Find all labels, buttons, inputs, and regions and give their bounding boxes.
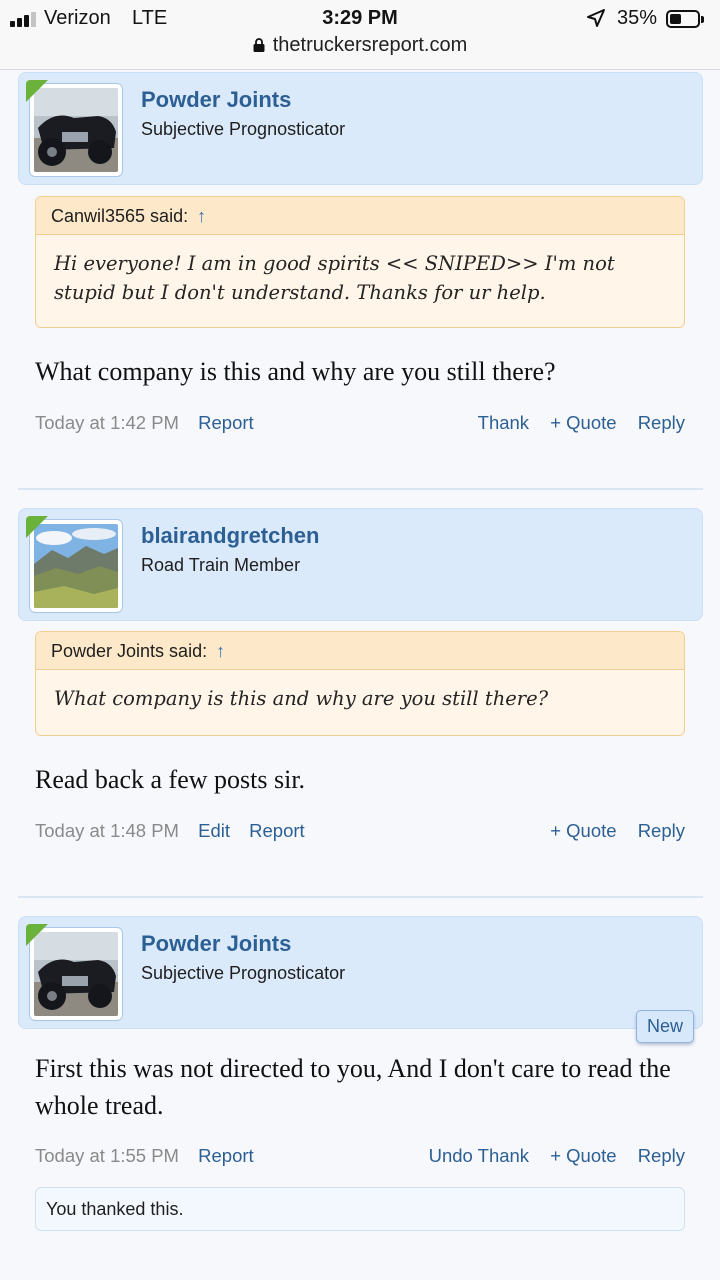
quote-text: What company is this and why are you sti… bbox=[54, 687, 549, 710]
post-meta: Today at 1:42 PM Report Thank + Quote Re… bbox=[35, 412, 685, 438]
up-arrow-icon[interactable]: ↑ bbox=[197, 206, 206, 226]
avatar[interactable] bbox=[26, 516, 123, 613]
post-timestamp[interactable]: Today at 1:42 PM bbox=[35, 412, 179, 433]
post-username[interactable]: blairandgretchen bbox=[141, 523, 319, 549]
undo-thank-link[interactable]: Undo Thank bbox=[429, 1145, 529, 1166]
report-link[interactable]: Report bbox=[198, 412, 254, 433]
thanked-notice: You thanked this. bbox=[35, 1187, 685, 1231]
avatar-image bbox=[34, 932, 118, 1016]
post-userbox: Powder Joints Subjective Prognosticator bbox=[18, 72, 703, 185]
post-message: What company is this and why are you sti… bbox=[35, 357, 556, 386]
post-message: Read back a few posts sir. bbox=[35, 765, 306, 794]
edit-link[interactable]: Edit bbox=[198, 820, 230, 841]
report-link[interactable]: Report bbox=[198, 1145, 254, 1166]
quote-attribution: Canwil3565 said: ↑ bbox=[36, 197, 684, 235]
post-user-title: Subjective Prognosticator bbox=[141, 119, 346, 139]
location-arrow-icon bbox=[587, 9, 605, 27]
up-arrow-icon[interactable]: ↑ bbox=[216, 641, 225, 661]
quote-link[interactable]: + Quote bbox=[550, 1145, 616, 1166]
reply-link[interactable]: Reply bbox=[638, 412, 685, 433]
post-divider bbox=[18, 488, 703, 490]
quote-link[interactable]: + Quote bbox=[550, 412, 616, 433]
quote-attribution: Powder Joints said: ↑ bbox=[36, 632, 684, 670]
status-time: 3:29 PM bbox=[322, 7, 398, 29]
post-user-title: Road Train Member bbox=[141, 555, 301, 575]
quote-block: Powder Joints said: ↑ What company is th… bbox=[35, 631, 685, 736]
thank-link[interactable]: Thank bbox=[478, 412, 529, 433]
quote-author: Canwil3565 said: bbox=[51, 206, 189, 226]
address-bar[interactable]: thetruckersreport.com bbox=[0, 34, 720, 57]
post-user-title: Subjective Prognosticator bbox=[141, 963, 346, 983]
avatar-image bbox=[34, 524, 118, 608]
post-divider bbox=[18, 896, 703, 898]
lock-icon bbox=[253, 38, 265, 52]
quote-link[interactable]: + Quote bbox=[550, 820, 616, 841]
quote-text: Hi everyone! I am in good spirits << SNI… bbox=[54, 252, 615, 304]
post-timestamp[interactable]: Today at 1:48 PM bbox=[35, 820, 179, 841]
reply-link[interactable]: Reply bbox=[638, 820, 685, 841]
post-timestamp[interactable]: Today at 1:55 PM bbox=[35, 1145, 179, 1166]
avatar[interactable] bbox=[26, 80, 123, 177]
report-link[interactable]: Report bbox=[249, 820, 305, 841]
quote-block: Canwil3565 said: ↑ Hi everyone! I am in … bbox=[35, 196, 685, 328]
post-userbox: blairandgretchen Road Train Member bbox=[18, 508, 703, 621]
post-meta: Today at 1:55 PM Report Undo Thank + Quo… bbox=[35, 1145, 685, 1171]
post-meta: Today at 1:48 PM Edit Report + Quote Rep… bbox=[35, 820, 685, 846]
avatar-image bbox=[34, 88, 118, 172]
battery-percent: 35% bbox=[617, 7, 658, 29]
url-text: thetruckersreport.com bbox=[272, 34, 468, 56]
post-username[interactable]: Powder Joints bbox=[141, 931, 291, 957]
avatar[interactable] bbox=[26, 924, 123, 1021]
post-message: First this was not directed to you, And … bbox=[35, 1054, 671, 1120]
new-post-badge: New bbox=[636, 1010, 694, 1043]
quote-author: Powder Joints said: bbox=[51, 641, 208, 661]
battery-icon bbox=[666, 10, 704, 28]
status-bar: Verizon LTE 3:29 PM 35% bbox=[0, 4, 720, 32]
reply-link[interactable]: Reply bbox=[638, 1145, 685, 1166]
post-username[interactable]: Powder Joints bbox=[141, 87, 291, 113]
browser-chrome: Verizon LTE 3:29 PM 35% thetruckersrepor… bbox=[0, 0, 720, 70]
post-userbox: Powder Joints Subjective Prognosticator bbox=[18, 916, 703, 1029]
